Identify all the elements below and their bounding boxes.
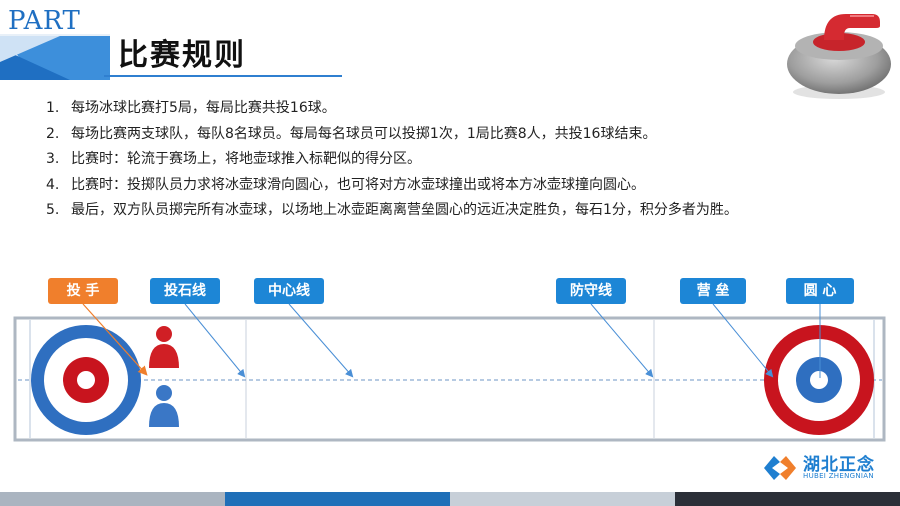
left-house-target — [31, 325, 141, 435]
brand-name-en: HUBEI ZHENGNIAN — [803, 472, 874, 480]
footer-segment — [0, 492, 225, 506]
curling-rink-diagram — [13, 303, 886, 442]
rink-outline — [13, 316, 886, 442]
footer-bar — [0, 492, 900, 506]
footer-segment — [225, 492, 450, 506]
footer-segment — [450, 492, 675, 506]
footer-segment — [675, 492, 900, 506]
right-house-target — [764, 325, 874, 435]
